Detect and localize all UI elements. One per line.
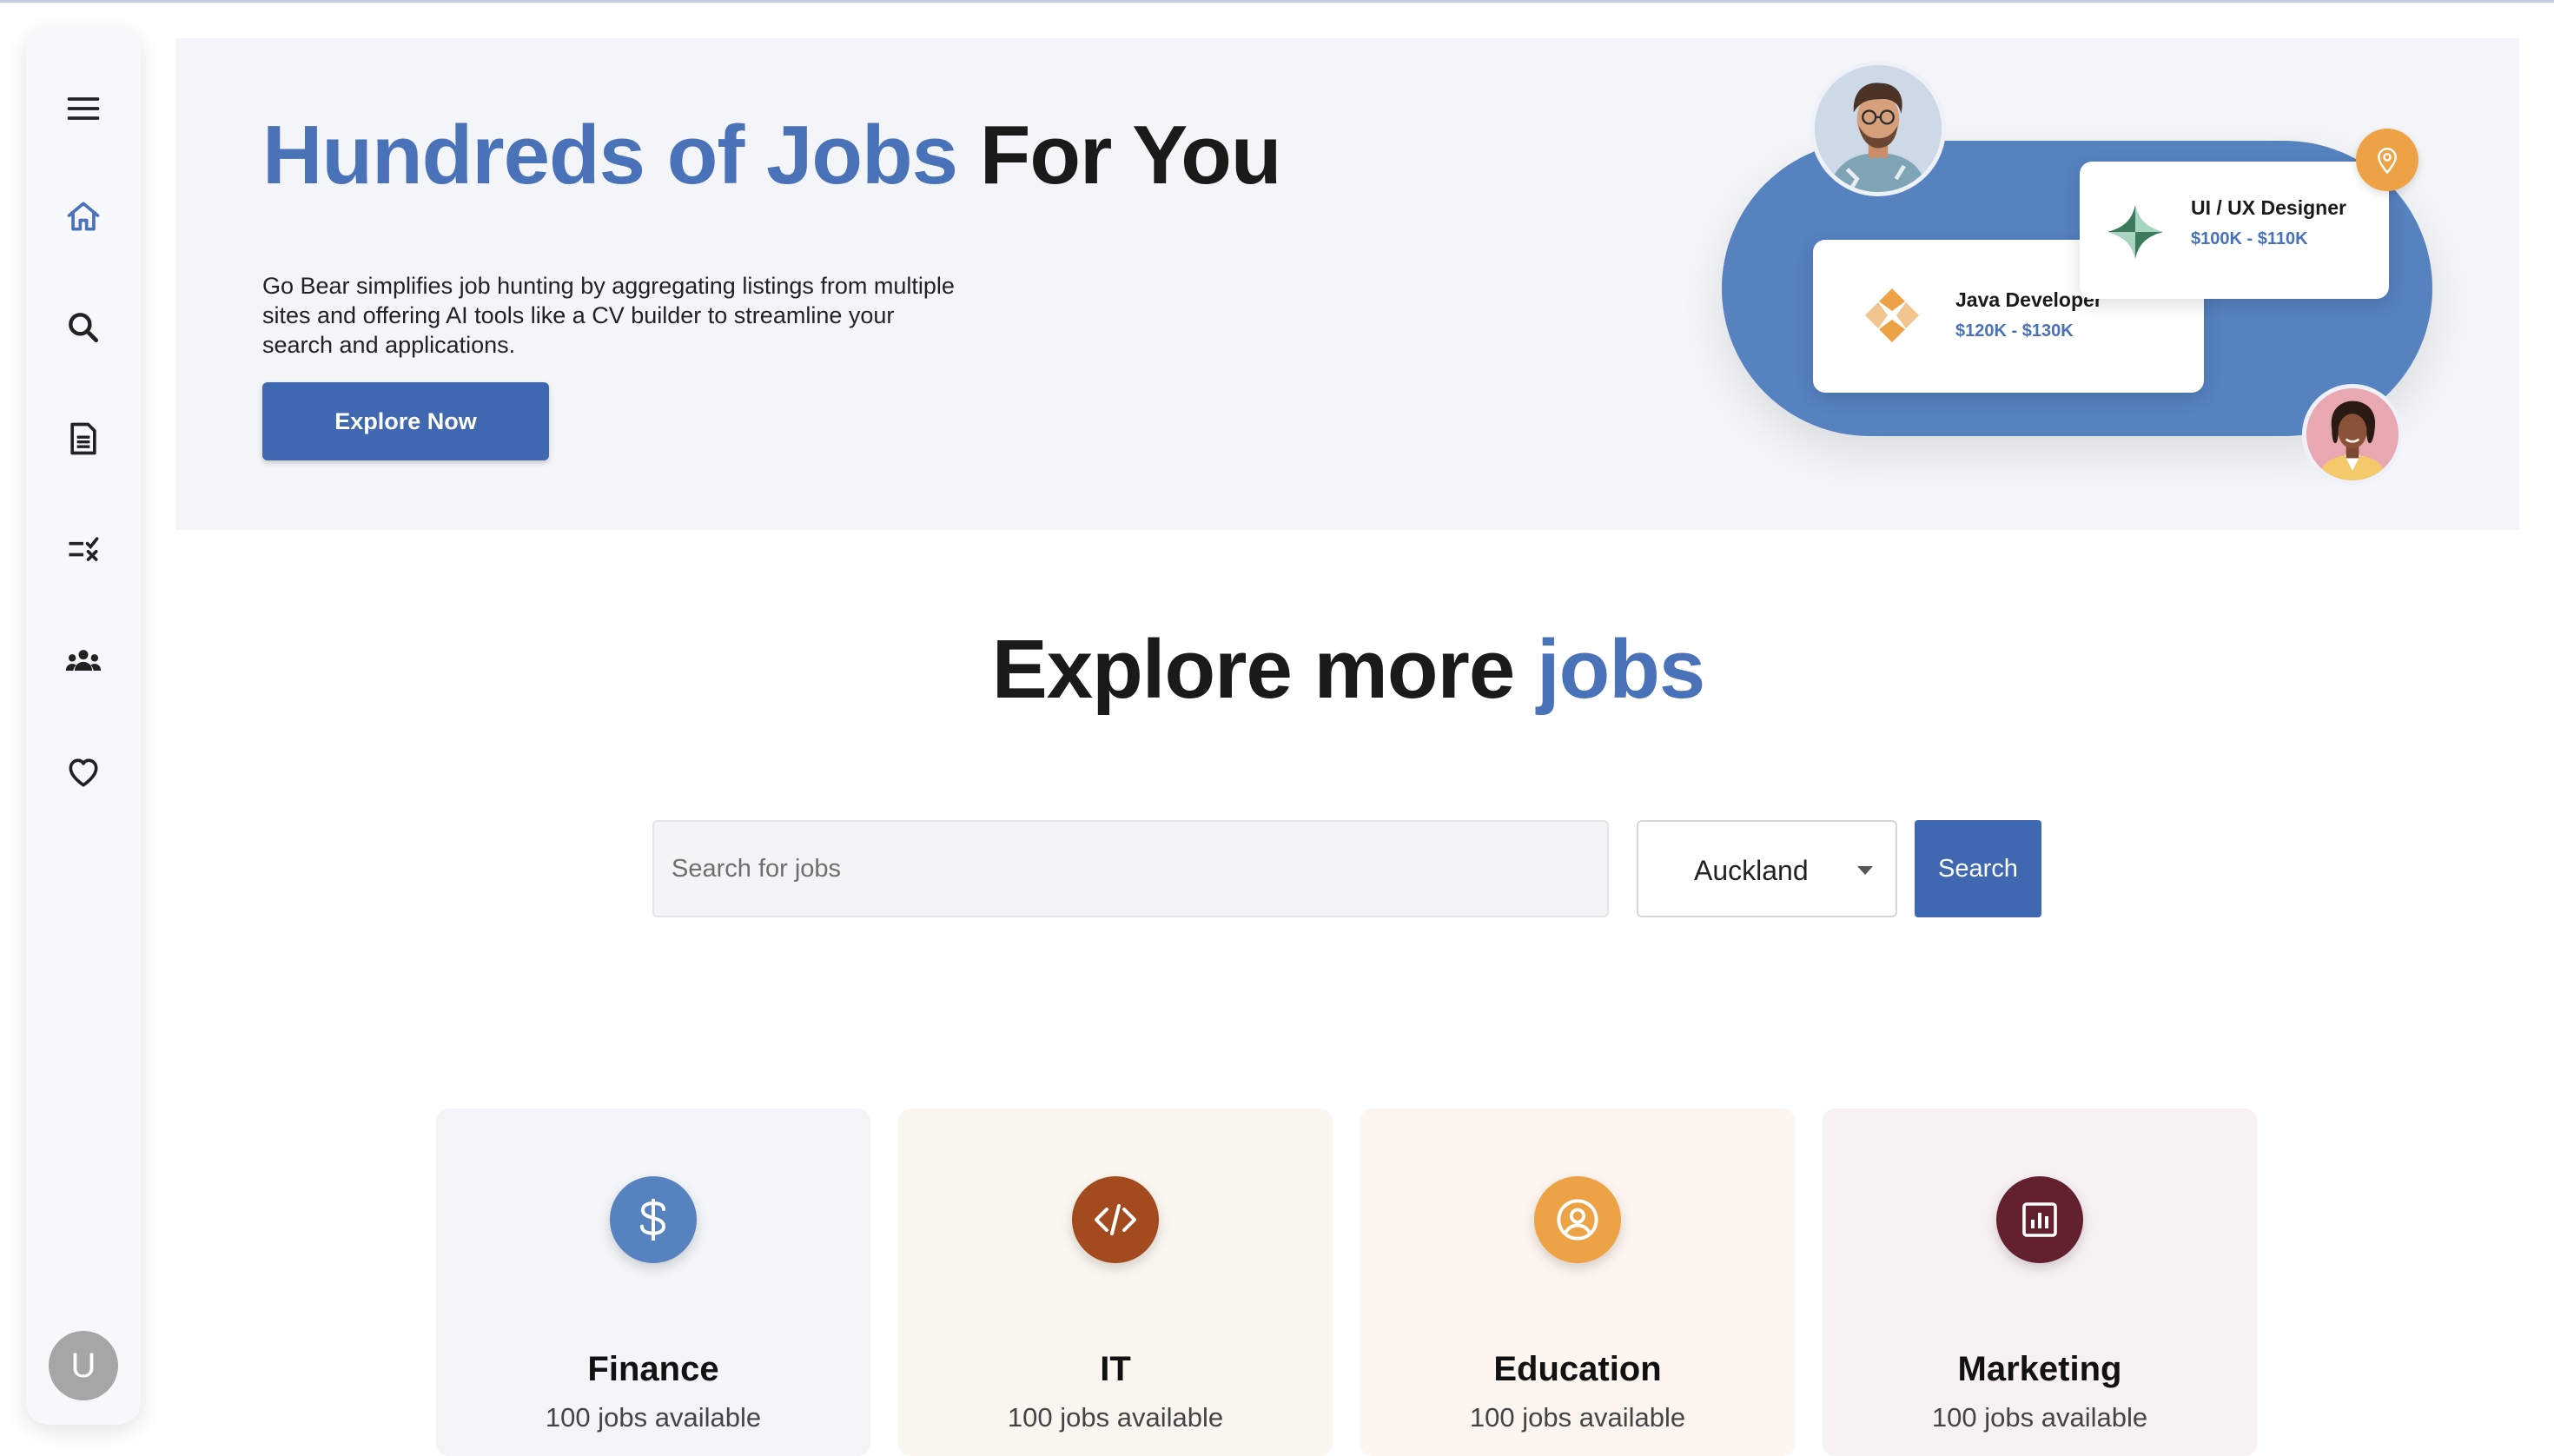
- hero-description: Go Bear simplifies job hunting by aggreg…: [262, 273, 955, 358]
- java-job-salary: $120K - $130K: [1955, 321, 2074, 341]
- ui-job-title: UI / UX Designer: [2191, 196, 2346, 219]
- marketing-icon-badge: [1996, 1176, 2083, 1263]
- hero-banner: Hundreds of Jobs For You Go Bear simplif…: [175, 38, 2519, 530]
- person-avatar-man: [1810, 61, 1946, 196]
- category-count: 100 jobs available: [1931, 1402, 2148, 1433]
- category-count: 100 jobs available: [1007, 1402, 1224, 1433]
- dollar-icon: [640, 1199, 666, 1241]
- menu-icon: [67, 97, 100, 120]
- category-card-education[interactable]: Education 100 jobs available: [1360, 1109, 1795, 1456]
- category-card-finance[interactable]: Finance 100 jobs available: [436, 1109, 870, 1456]
- explore-heading-main: Explore more: [991, 623, 1537, 716]
- user-circle-icon: [1557, 1199, 1598, 1241]
- hero-title-rest: For You: [957, 109, 1282, 202]
- browser-top-border: [0, 0, 2554, 3]
- category-card-marketing[interactable]: Marketing 100 jobs available: [1823, 1109, 2257, 1456]
- category-name: Marketing: [1957, 1350, 2122, 1388]
- ui-ux-designer-card: UI / UX Designer $100K - $110K: [2080, 162, 2389, 299]
- sidebar: U: [26, 28, 141, 1425]
- explore-heading: Explore more jobs: [0, 622, 2554, 718]
- finance-icon-badge: [610, 1176, 697, 1263]
- hero-title: Hundreds of Jobs For You: [262, 108, 1282, 203]
- sidebar-item-favorites[interactable]: [53, 742, 114, 803]
- chevron-down-icon: [1857, 866, 1873, 875]
- person-avatar-woman: [2302, 384, 2403, 485]
- it-icon-badge: [1072, 1176, 1159, 1263]
- category-name: Education: [1493, 1350, 1662, 1388]
- chart-icon: [2022, 1202, 2057, 1237]
- menu-button[interactable]: [53, 78, 114, 139]
- location-select[interactable]: Auckland: [1637, 820, 1897, 917]
- explore-now-button[interactable]: Explore Now: [262, 382, 549, 460]
- man-portrait-image: [1815, 65, 1942, 192]
- search-button[interactable]: Search: [1915, 820, 2041, 917]
- heart-icon: [69, 758, 98, 787]
- location-pin-icon: [2378, 148, 2397, 175]
- ui-job-salary: $100K - $110K: [2191, 229, 2308, 248]
- search-input[interactable]: [652, 820, 1609, 917]
- ui-company-logo: [2107, 205, 2163, 259]
- category-card-it[interactable]: IT 100 jobs available: [898, 1109, 1333, 1456]
- document-icon: [70, 422, 96, 455]
- java-company-logo: [1865, 288, 1919, 342]
- category-count: 100 jobs available: [1469, 1402, 1686, 1433]
- category-name: Finance: [587, 1350, 719, 1388]
- user-avatar[interactable]: U: [49, 1331, 118, 1400]
- location-select-value: Auckland: [1694, 855, 1809, 886]
- category-count: 100 jobs available: [545, 1402, 762, 1433]
- sidebar-item-documents[interactable]: [53, 408, 114, 469]
- home-icon: [67, 202, 100, 231]
- sidebar-item-checklist[interactable]: [53, 520, 114, 580]
- sidebar-item-search[interactable]: [53, 297, 114, 358]
- hero-title-accent: Hundreds of Jobs: [262, 109, 958, 202]
- explore-heading-accent: jobs: [1536, 623, 1705, 716]
- search-icon: [69, 313, 99, 343]
- woman-portrait-image: [2306, 388, 2399, 480]
- location-pin-badge: [2356, 129, 2418, 191]
- checklist-icon: [69, 537, 99, 561]
- sidebar-item-home[interactable]: [53, 186, 114, 247]
- code-icon: [1095, 1204, 1136, 1235]
- education-icon-badge: [1534, 1176, 1621, 1263]
- category-name: IT: [1100, 1350, 1131, 1388]
